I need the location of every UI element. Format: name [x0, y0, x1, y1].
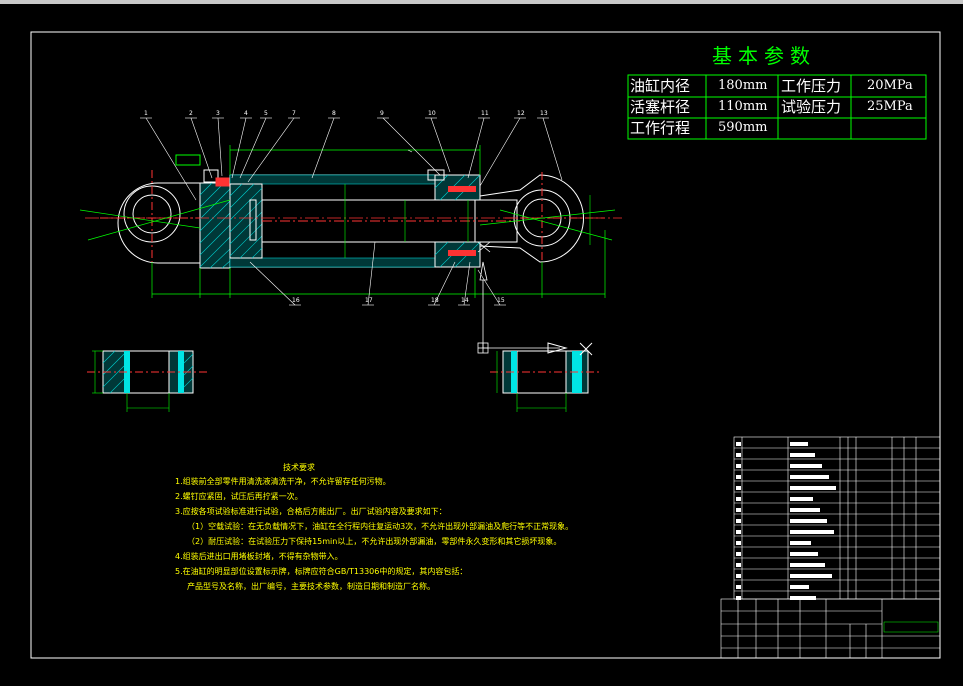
rear-end-cap — [199, 182, 231, 269]
bill-of-materials — [720, 436, 941, 659]
bom-index-mark — [736, 574, 741, 578]
part-balloon-17: 17 — [365, 297, 373, 304]
bom-index-mark — [736, 519, 741, 523]
param-label-test-pressure: 试验压力 — [781, 98, 842, 116]
piston — [229, 183, 263, 259]
bom-entry-mark — [790, 585, 809, 589]
bom-entry-mark — [790, 464, 822, 468]
section-marker — [477, 241, 560, 354]
tech-req-item: 3.应按各项试验标准进行试验，合格后方能出厂。出厂试验内容及要求如下： — [175, 507, 447, 516]
part-balloon-14: 14 — [461, 297, 469, 304]
tech-req-item: （2）耐压试验：在试验压力下保持15min以上，不允许出现外部漏油，零部件永久变… — [187, 537, 562, 546]
left-clevis — [117, 182, 201, 264]
bom-index-mark — [736, 475, 741, 479]
param-value-work-pressure: 20MPa — [867, 78, 913, 93]
bom-entry-mark — [790, 486, 836, 490]
part-balloon-12: 12 — [517, 110, 525, 117]
bom-entry-mark — [790, 574, 832, 578]
part-balloon-18: 18 — [431, 297, 439, 304]
cylinder-assembly: 1 2 3 4 5 7 8 9 10 11 12 1316 17 18 14 15 — [79, 110, 622, 354]
part-balloon-10: 10 — [428, 110, 436, 117]
bom-entry-mark — [790, 563, 825, 567]
part-balloon-9: 9 — [380, 110, 384, 117]
bom-entry-mark — [790, 497, 813, 501]
param-value-test-pressure: 25MPa — [867, 99, 913, 114]
bom-entry-mark — [790, 442, 808, 446]
tech-req-item: 4.组装后进出口用堵板封堵，不得有杂物带入。 — [175, 552, 343, 561]
part-balloon-16: 16 — [292, 297, 300, 304]
part-balloon-11: 11 — [481, 110, 489, 117]
bom-index-mark — [736, 442, 741, 446]
bom-index-mark — [736, 585, 741, 589]
bom-index-mark — [736, 497, 741, 501]
bom-entry-mark — [790, 453, 815, 457]
tech-req-item: 产品型号及名称，出厂编号，主要技术参数，制造日期和制造厂名称。 — [187, 582, 435, 591]
bom-index-mark — [736, 453, 741, 457]
bom-entry-mark — [790, 508, 820, 512]
param-label-stroke: 工作行程 — [630, 119, 691, 137]
parameter-table-title: 基本参数 — [712, 44, 816, 68]
bom-index-mark — [736, 563, 741, 567]
port-fitting — [175, 154, 201, 166]
param-label-work-pressure: 工作压力 — [781, 77, 842, 95]
param-label-rod: 活塞杆径 — [630, 98, 691, 116]
param-value-rod: 110mm — [718, 99, 768, 114]
part-balloon-4: 4 — [244, 110, 248, 117]
bom-index-mark — [736, 596, 741, 600]
part-balloon-1: 1 — [144, 110, 148, 117]
drawing-title-box — [883, 621, 939, 633]
bom-index-mark — [736, 508, 741, 512]
bom-entries — [736, 442, 836, 600]
part-balloon-13: 13 — [540, 110, 548, 117]
tech-req-item: 5.在油缸的明显部位设置标示牌，标牌应符合GB/T13306中的规定，其内容包括… — [175, 567, 468, 576]
part-balloon-5: 5 — [264, 110, 268, 117]
bom-entry-mark — [790, 475, 829, 479]
bom-entry-mark — [790, 552, 818, 556]
tech-req-item: 2.螺钉应紧固，试压后再拧紧一次。 — [175, 492, 303, 501]
tech-req-title: 技术要求 — [283, 463, 315, 472]
detail-view-left — [87, 350, 210, 412]
bom-entry-mark — [790, 541, 811, 545]
tech-req-item: （1）空载试验：在无负载情况下，油缸在全行程内往复运动3次，不允许出现外部漏油及… — [187, 522, 574, 531]
part-balloon-3: 3 — [216, 110, 220, 117]
part-balloon-15: 15 — [497, 297, 505, 304]
param-value-bore: 180mm — [718, 78, 768, 93]
bom-index-mark — [736, 552, 741, 556]
part-balloon-7: 7 — [292, 110, 296, 117]
part-balloon-2: 2 — [189, 110, 193, 117]
bom-index-mark — [736, 530, 741, 534]
bom-index-mark — [736, 464, 741, 468]
bom-entry-mark — [790, 596, 816, 600]
param-value-stroke: 590mm — [718, 120, 768, 135]
bom-index-mark — [736, 486, 741, 490]
bom-index-mark — [736, 541, 741, 545]
bom-entry-mark — [790, 530, 834, 534]
param-label-bore: 油缸内径 — [630, 77, 691, 95]
part-balloon-8: 8 — [332, 110, 336, 117]
detail-view-right — [490, 342, 600, 412]
bom-entry-mark — [790, 519, 827, 523]
tech-req-item: 1.组装前全部零件用清洗液清洗干净，不允许留存任何污物。 — [175, 477, 391, 486]
